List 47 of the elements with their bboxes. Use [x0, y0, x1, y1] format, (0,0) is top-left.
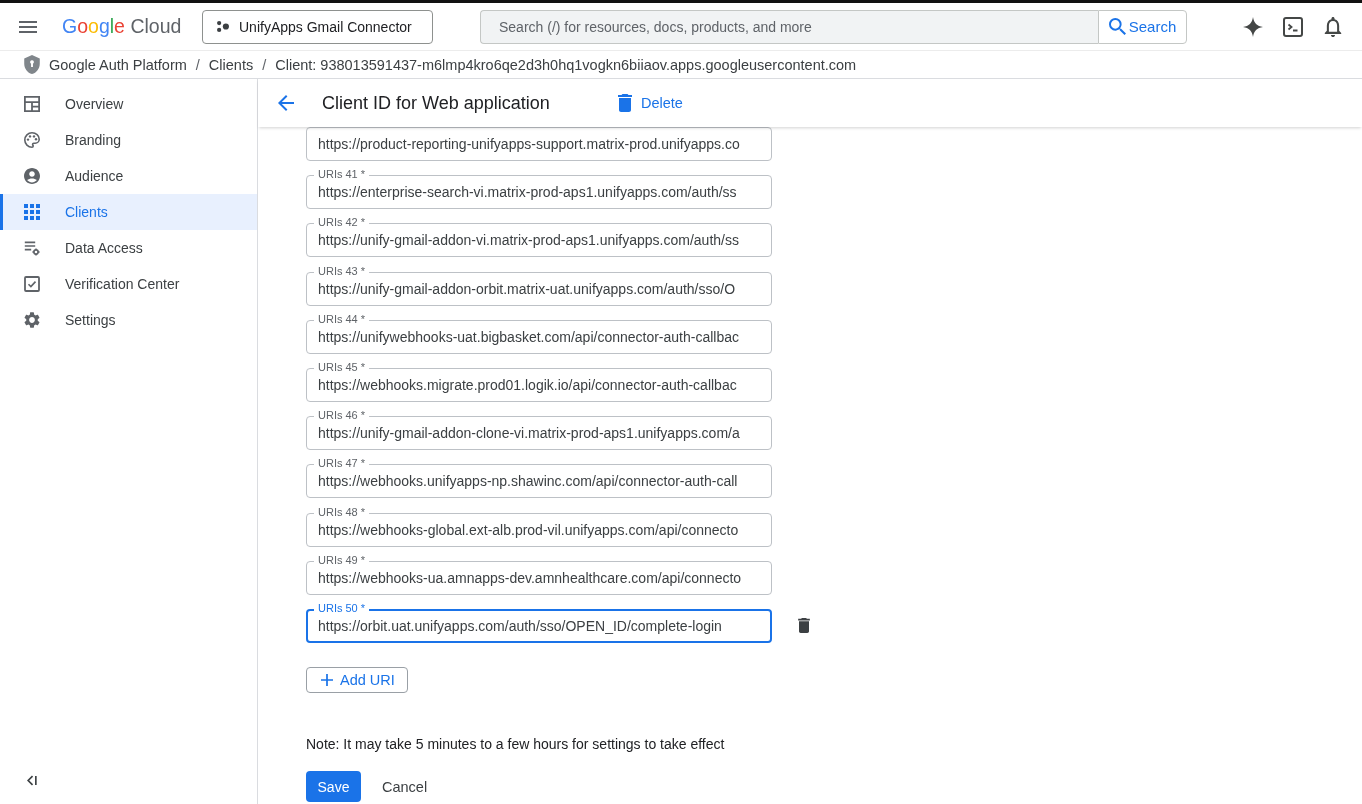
sidebar-item[interactable]: Overview — [0, 86, 257, 122]
add-uri-button[interactable]: Add URI — [306, 667, 408, 694]
sidebar-item[interactable]: Clients — [0, 194, 257, 230]
cancel-button[interactable]: Cancel — [382, 778, 428, 795]
field-label: URIs 44 * — [314, 312, 370, 326]
project-picker[interactable]: UnifyApps Gmail Connector — [202, 9, 433, 44]
plus-icon — [321, 674, 333, 687]
breadcrumb-separator: / — [262, 56, 267, 73]
settings-icon — [24, 312, 40, 328]
delete-button[interactable]: Delete — [618, 94, 683, 112]
sidebar-item[interactable]: Settings — [0, 302, 257, 338]
field-label: URIs 43 * — [314, 264, 370, 278]
dots-icon — [217, 21, 229, 32]
dashboard-icon — [24, 96, 40, 112]
search-button[interactable]: Search — [1098, 9, 1187, 44]
back-arrow-icon[interactable] — [278, 95, 294, 111]
collapse-icon[interactable] — [27, 775, 37, 786]
save-button[interactable]: Save — [306, 771, 361, 803]
field-label: URIs 49 * — [314, 553, 370, 567]
note-text: Note: It may take 5 minutes to a few hours for settings to take effect — [306, 736, 725, 753]
terminal-icon[interactable] — [1283, 16, 1303, 37]
breadcrumb-link[interactable]: Clients — [208, 56, 254, 73]
logo-text[interactable]: Google Cloud — [62, 15, 182, 37]
trash-icon — [618, 94, 632, 112]
field-label: URIs 45 * — [314, 360, 370, 374]
sidebar-item[interactable]: Data Access — [0, 230, 257, 266]
list-settings-icon — [24, 240, 40, 256]
search-icon — [1108, 18, 1126, 35]
checkbox-icon — [24, 276, 40, 292]
sparkle-icon[interactable] — [1243, 16, 1263, 37]
breadcrumb-link[interactable]: Google Auth Platform — [49, 56, 187, 73]
trash-icon[interactable] — [798, 618, 810, 634]
bell-icon[interactable] — [1323, 16, 1343, 37]
sidebar-item[interactable]: Audience — [0, 158, 257, 194]
search-field[interactable]: Search (/) for resources, docs, products, and more — [480, 9, 1098, 44]
sidebar-item[interactable]: Branding — [0, 122, 257, 158]
uri-input-field[interactable]: https://product-reporting-unifyapps-support.matrix-prod.unifyapps.co — [306, 127, 772, 161]
page-title: Client ID for Web application — [322, 92, 551, 114]
breadcrumb-separator: / — [195, 56, 200, 73]
palette-icon — [24, 132, 40, 148]
field-label: URIs 48 * — [314, 505, 370, 519]
shield-icon — [24, 55, 40, 74]
breadcrumb-current-page: Client: 938013591437-m6lmp4kro6qe2d3h0hq1vogkn6biiaov.apps.googleusercontent.com — [275, 56, 857, 73]
field-label: URIs 50 * — [314, 601, 370, 615]
menu-icon[interactable] — [19, 20, 37, 33]
sidebar-item[interactable]: Verification Center — [0, 266, 257, 302]
dots-grid-icon — [24, 204, 40, 220]
